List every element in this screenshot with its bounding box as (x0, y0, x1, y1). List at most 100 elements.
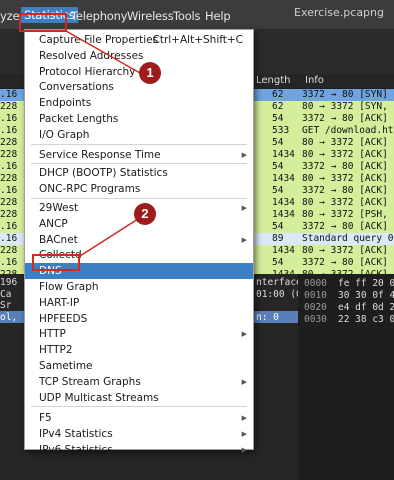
submenu-arrow-icon: ▶ (241, 330, 247, 339)
column-header-info[interactable]: Info (305, 75, 324, 86)
packet-cell-info: 80 → 3372 [SYN, (302, 101, 388, 112)
menu-item-flow-graph[interactable]: Flow Graph (25, 279, 253, 295)
column-header-length[interactable]: Length (256, 75, 291, 86)
packet-cell-source: 228 (0, 209, 18, 220)
detail-line-1-right: nterface (256, 277, 302, 288)
packet-cell-source: .16 (0, 233, 18, 244)
menu-item-bacnet[interactable]: BACnet ▶ (25, 232, 253, 248)
packet-cell-source: 228 (0, 197, 18, 208)
packet-cell-info: 80 → 3372 [ACK] (302, 137, 388, 148)
detail-line-2-right: 01:00 (0 (256, 289, 302, 300)
packet-cell-length: 54 (272, 161, 284, 172)
menu-item-label: HTTP (39, 328, 66, 341)
packet-cell-info: 80 → 3372 [PSH, (302, 209, 388, 220)
menu-item-label: Flow Graph (39, 281, 99, 293)
menu-item-endpoints[interactable]: Endpoints (25, 95, 253, 111)
menu-item-onc-rpc-programs[interactable]: ONC-RPC Programs (25, 181, 253, 197)
submenu-arrow-icon: ▶ (241, 235, 247, 244)
byte-offset-0000: 0000 (304, 278, 327, 289)
packet-cell-source: .16 (0, 257, 18, 268)
packet-cell-source: .16 (0, 161, 18, 172)
packet-cell-length: 54 (272, 257, 284, 268)
menu-separator (31, 163, 247, 165)
packet-cell-info: 3372 → 80 [ACK] (302, 161, 388, 172)
byte-hex-0030[interactable]: 22 38 c3 0 (338, 314, 394, 325)
packet-cell-length: 89 (272, 233, 284, 244)
byte-hex-0010[interactable]: 30 30 0f 4 (338, 290, 394, 301)
menu-item-label: Service Response Time (39, 148, 161, 161)
packet-cell-info: Standard query 0 (302, 233, 394, 244)
menu-item-label: ANCP (39, 217, 68, 230)
menu-item-ipv4-statistics[interactable]: IPv4 Statistics ▶ (25, 426, 253, 442)
menu-item-label: HPFEEDS (39, 312, 88, 325)
packet-cell-length: 54 (272, 221, 284, 232)
menu-item-hpfeeds[interactable]: HPFEEDS (25, 311, 253, 327)
annotation-box-statistics (19, 13, 67, 32)
packet-cell-length: 533 (272, 125, 290, 136)
menu-item-shortcut: Ctrl+Alt+Shift+C (152, 34, 244, 46)
packet-cell-source: 228 (0, 101, 18, 112)
packet-cell-source: .16 (0, 125, 18, 136)
packet-bytes-pane: 0000 fe ff 20 0 0010 30 30 0f 4 0020 e4 … (298, 274, 394, 480)
menu-item-label: Protocol Hierarchy (39, 65, 136, 78)
window-title: Exercise.pcapng (294, 6, 384, 19)
menu-item-http[interactable]: HTTP ▶ (25, 326, 253, 342)
menu-item-udp-multicast-streams[interactable]: UDP Multicast Streams (25, 390, 253, 406)
menu-item-dhcp-bootp-statistics[interactable]: DHCP (BOOTP) Statistics (25, 165, 253, 181)
packet-cell-length: 62 (272, 101, 284, 112)
packet-cell-source: .16 (0, 89, 18, 100)
packet-cell-length: 1434 (272, 173, 295, 184)
packet-cell-info: 3372 → 80 [ACK] (302, 185, 388, 196)
menu-item-conversations[interactable]: Conversations (25, 79, 253, 95)
submenu-arrow-icon: ▶ (241, 204, 247, 212)
menu-item-label: Endpoints (39, 97, 92, 110)
packet-cell-length: 1434 (272, 197, 295, 208)
menu-analyze[interactable]: yze (0, 9, 20, 23)
menu-item-http2[interactable]: HTTP2 (25, 342, 253, 358)
packet-cell-info: 80 → 3372 [ACK] (302, 197, 388, 208)
submenu-arrow-icon: ▶ (241, 377, 247, 386)
menu-item-service-response-time[interactable]: Service Response Time ▶ (25, 147, 253, 163)
detail-line-2-left[interactable]: Ca (0, 289, 11, 300)
menu-item-hart-ip[interactable]: HART-IP (25, 295, 253, 311)
packet-cell-info: 80 → 3372 [ACK] (302, 245, 388, 256)
statistics-menu: Capture File Properties Ctrl+Alt+Shift+C R… (24, 29, 254, 456)
menu-item-tcp-stream-graphs[interactable]: TCP Stream Graphs ▶ (25, 374, 253, 390)
menu-item-label: Sametime (39, 360, 93, 372)
menu-help[interactable]: Help (205, 9, 231, 23)
menu-item-label: Packet Lengths (39, 113, 119, 125)
menu-item-label: HART-IP (39, 296, 80, 309)
menu-item-label: Capture File Properties (39, 34, 159, 46)
menu-item-capture-file-properties[interactable]: Capture File Properties Ctrl+Alt+Shift+C (25, 32, 253, 48)
byte-offset-0030: 0030 (304, 314, 327, 325)
submenu-arrow-icon: ▶ (241, 430, 247, 439)
menu-item-label: Resolved Addresses (39, 49, 144, 62)
packet-cell-source: .16 (0, 113, 18, 124)
menu-tools[interactable]: Tools (173, 9, 201, 23)
packet-cell-info: GET /download.ht (302, 125, 394, 136)
packet-cell-length: 62 (272, 89, 284, 100)
menu-item-sametime[interactable]: Sametime (25, 358, 253, 374)
menu-item-label: BACnet (39, 233, 78, 246)
menu-item-label: ONC-RPC Programs (39, 183, 141, 196)
menu-item-resolved-addresses[interactable]: Resolved Addresses (25, 48, 253, 64)
menu-telephony[interactable]: Telephony (71, 9, 128, 23)
menu-item-i-o-graph[interactable]: I/O Graph (25, 127, 253, 143)
menu-separator (31, 143, 247, 145)
byte-hex-0000[interactable]: fe ff 20 0 (338, 278, 394, 289)
menu-item-label: F5 (39, 412, 52, 425)
byte-hex-0020[interactable]: e4 df 0d 2 (338, 302, 394, 313)
menu-item-packet-lengths[interactable]: Packet Lengths (25, 111, 253, 127)
menu-item-ipv6-statistics[interactable]: IPv6 Statistics ▶ (25, 442, 253, 458)
menu-item-f5[interactable]: F5 ▶ (25, 410, 253, 426)
packet-cell-length: 54 (272, 137, 284, 148)
byte-offset-0010: 0010 (304, 290, 327, 301)
detail-line-4-left[interactable]: ol, (0, 312, 17, 323)
packet-cell-info: 3372 → 80 [SYN] (302, 89, 388, 100)
detail-line-1-left[interactable]: 196 (0, 277, 17, 288)
detail-line-3-left[interactable]: Sr (0, 300, 11, 311)
packet-cell-source: 228 (0, 245, 18, 256)
menu-item-label: UDP Multicast Streams (39, 391, 159, 404)
packet-cell-length: 1434 (272, 209, 295, 220)
menu-wireless[interactable]: Wireless (127, 9, 174, 23)
